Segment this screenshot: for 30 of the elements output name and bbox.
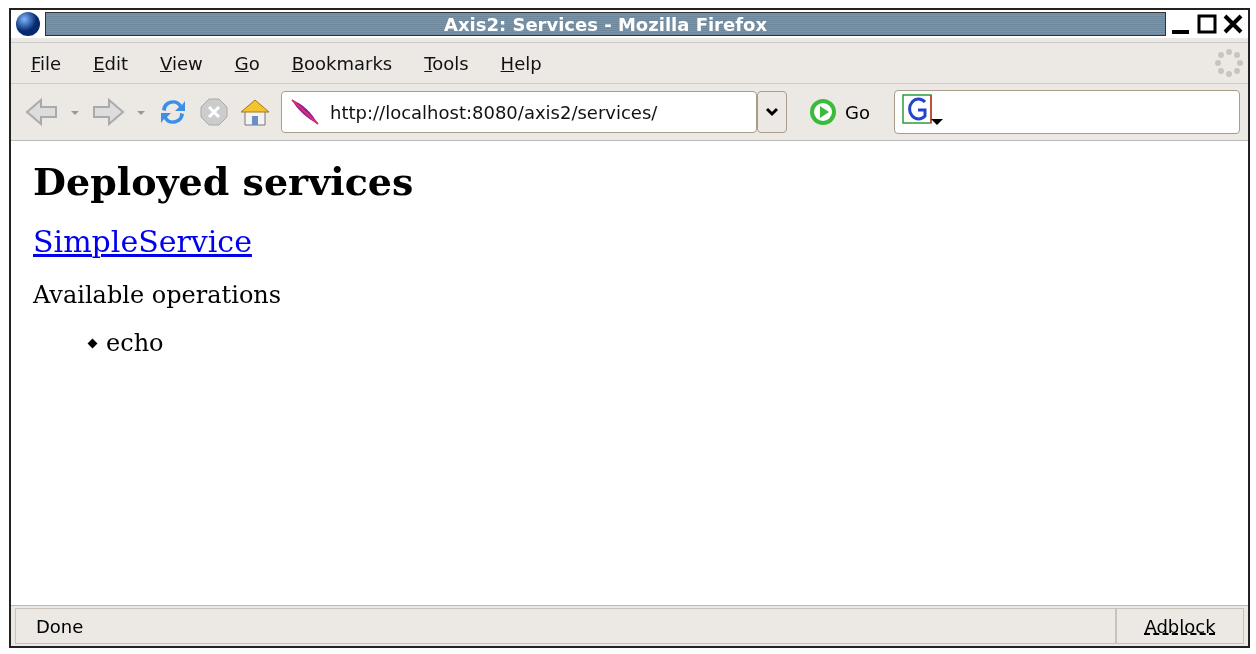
url-text: http://localhost:8080/axis2/services/	[330, 101, 658, 123]
address-field[interactable]: http://localhost:8080/axis2/services/	[281, 91, 757, 133]
menu-item[interactable]: Bookmarks	[291, 52, 393, 74]
search-engine-icon	[900, 93, 945, 127]
dropdown-button[interactable]	[757, 91, 787, 133]
operation-name: echo	[106, 329, 164, 357]
adblock-status[interactable]: Adblock	[1116, 608, 1244, 644]
go-button[interactable]: Go	[805, 98, 874, 126]
back-icon[interactable]	[25, 97, 59, 127]
caret-icon	[765, 107, 779, 117]
page-heading: Deployed services	[33, 159, 414, 204]
close-icon[interactable]	[1222, 13, 1244, 35]
globe-icon	[15, 11, 41, 37]
menu-item[interactable]: Edit	[93, 52, 128, 74]
play-icon	[809, 98, 837, 126]
menu-item[interactable]: View	[160, 52, 203, 74]
service-link[interactable]: SimpleService	[33, 224, 252, 259]
search-field[interactable]	[893, 90, 1240, 134]
menu-item[interactable]: Go	[234, 52, 260, 74]
stop-icon[interactable]	[199, 97, 229, 127]
menu-item[interactable]: Tools	[424, 52, 469, 74]
maximize-icon[interactable]	[1196, 13, 1218, 35]
forward-icon[interactable]	[91, 97, 125, 127]
menu-item[interactable]: File	[31, 52, 62, 74]
bullet-icon	[87, 338, 98, 348]
menu-item[interactable]: Help	[500, 52, 542, 74]
status-text: Done	[15, 608, 1116, 644]
throbber-icon	[1214, 48, 1244, 78]
window-title: Axis2: Services - Mozilla Firefox	[444, 13, 767, 35]
operations-label: Available operations	[33, 281, 282, 309]
